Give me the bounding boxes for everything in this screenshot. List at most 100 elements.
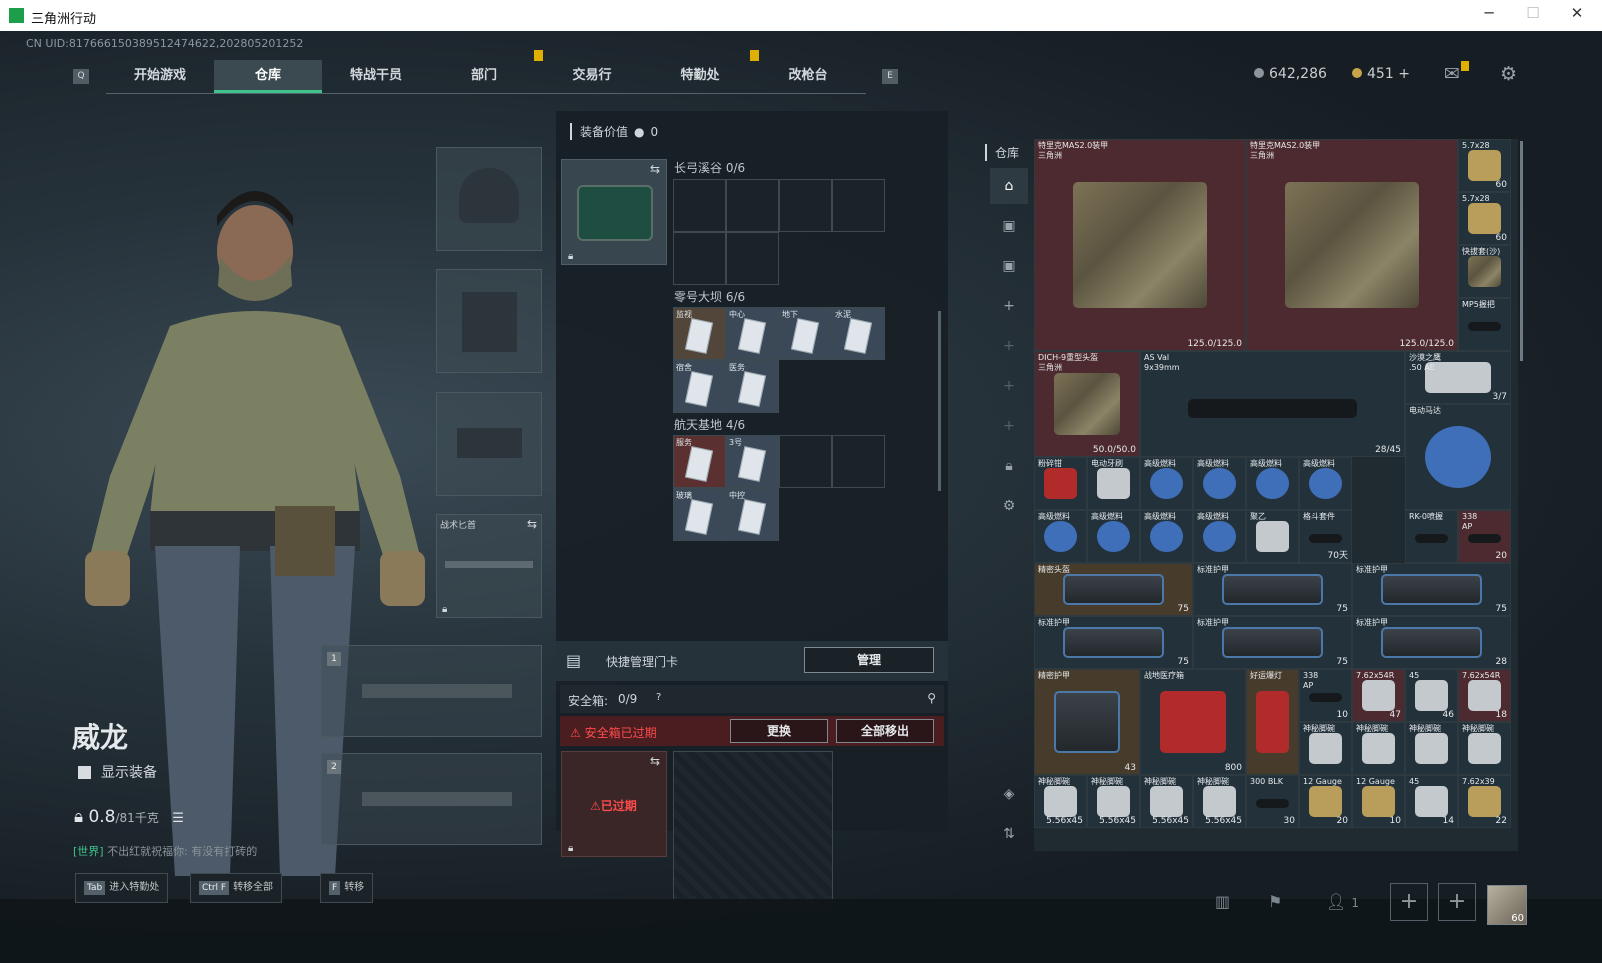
replace-button[interactable]: 更换 [730,719,828,743]
tab-department[interactable]: 部门 [430,50,543,93]
nav-prev-key[interactable]: Q [73,69,89,84]
stash-item[interactable]: 5.7x28 60 [1458,139,1511,192]
swap-icon[interactable]: ⇆ [527,517,537,531]
stash-item[interactable]: 战地医疗箱 800 [1140,669,1246,775]
add-page-icon[interactable]: + [990,408,1028,444]
world-chat[interactable]: [世界] 不出红就祝福你: 有没有打砖的 [73,843,257,859]
stash-item[interactable]: 神秘脚碗 5.56x45 [1087,775,1140,828]
keycard-slot[interactable] [726,232,779,285]
stash-item[interactable]: 精密头盔 75 [1034,563,1193,616]
stash-item[interactable]: 300 BLK 30 [1246,775,1299,828]
stash-item[interactable]: 45 14 [1405,775,1458,828]
show-equipment-checkbox[interactable] [78,766,91,779]
stash-item[interactable]: 好运爆灯 [1246,669,1299,775]
stash-item[interactable]: 标准护甲 75 [1352,563,1511,616]
keycard-slot[interactable] [832,435,885,488]
pistol-slot[interactable] [436,392,542,496]
stats-chart-icon[interactable]: ▥ [1215,892,1230,911]
player-avatar[interactable]: 60 [1487,885,1527,925]
stash-item[interactable]: 神秘脚碗 [1458,722,1511,775]
stash-item[interactable]: 神秘脚碗 5.56x45 [1140,775,1193,828]
invite-slot-button[interactable]: + [1390,883,1428,921]
stash-item[interactable]: 标准护甲 28 [1352,616,1511,669]
stash-page-icon[interactable]: ▣ [990,208,1028,244]
stash-item[interactable]: 精密护甲 43 [1034,669,1140,775]
keycard-item[interactable]: 地下 [779,307,832,360]
stash-item[interactable]: RK-0喷握 [1405,510,1458,563]
stash-item[interactable]: 338 AP 20 [1458,510,1511,563]
stash-item[interactable]: 神秘脚碗 5.56x45 [1193,775,1246,828]
keycard-item[interactable]: 中心 [726,307,779,360]
add-page-icon[interactable]: + [990,288,1028,324]
keycard-item[interactable]: 监视 [673,307,726,360]
add-gold-icon[interactable]: + [1398,66,1410,82]
secondary-weapon-slot[interactable]: 2 [321,753,542,845]
stash-item[interactable]: 高级燃料 [1140,510,1193,563]
keycard-case[interactable]: ⇆ 🔒︎ [561,159,667,265]
lock-icon[interactable]: 🔒︎ [990,448,1028,484]
list-icon[interactable]: ☰ [172,811,184,826]
stash-item[interactable]: 标准护甲 75 [1034,616,1193,669]
hint-transfer[interactable]: F 转移 [320,873,374,903]
minimize-button[interactable]: ─ [1474,4,1504,26]
armor-slot[interactable] [436,269,542,373]
layers-icon[interactable]: ◈ [990,776,1028,812]
tab-special-ops[interactable]: 特勤处 [646,50,759,93]
stash-item[interactable]: 神秘脚碗 [1299,722,1352,775]
stash-item[interactable]: 5.7x28 60 [1458,192,1511,245]
stash-item[interactable]: 高级燃料 [1034,510,1087,563]
stash-item[interactable]: 7.62x54R 47 [1352,669,1405,722]
stash-item[interactable]: DICH-9重型头盔 三角洲 50.0/50.0 [1034,351,1140,457]
safe-box-case[interactable]: ⚠已过期 ⇆ 🔒︎ [561,751,667,857]
primary-weapon-slot[interactable]: 1 [321,645,542,737]
stash-item[interactable]: 神秘脚碗 [1352,722,1405,775]
keycard-item[interactable]: 服务 [673,435,726,488]
hint-transfer-all[interactable]: Ctrl F 转移全部 [190,873,283,903]
loadout-scrollbar[interactable] [938,311,941,491]
keycard-slot[interactable] [832,179,885,232]
hint-enter-special-ops[interactable]: Tab 进入特勤处 [75,873,169,903]
keycard-item[interactable]: 中控 [726,488,779,541]
stash-item[interactable]: 特里克MAS2.0装甲 三角洲 125.0/125.0 [1246,139,1458,351]
settings-gear-icon[interactable]: ⚙ [1500,63,1517,85]
stash-item[interactable]: 高级燃料 [1193,457,1246,510]
stash-item[interactable]: 聚乙 [1246,510,1299,563]
keycard-slot[interactable] [779,179,832,232]
pin-icon[interactable]: ⚲ [927,691,936,705]
stash-item[interactable]: 高级燃料 [1246,457,1299,510]
stash-item[interactable]: 12 Gauge 10 [1352,775,1405,828]
stash-item[interactable]: AS Val 9x39mm 28/45 [1140,351,1405,457]
swap-icon[interactable]: ⇆ [650,162,660,176]
stash-item[interactable]: 高级燃料 [1193,510,1246,563]
invite-slot-button[interactable]: + [1438,883,1476,921]
stash-item[interactable]: 高级燃料 [1087,510,1140,563]
flag-icon[interactable]: ⚑ [1268,892,1282,911]
keycard-item[interactable]: 宿舍 [673,360,726,413]
stash-item[interactable]: 电动马达 [1405,404,1511,510]
manage-button[interactable]: 管理 [804,647,934,673]
stash-item[interactable]: 标准护甲 75 [1193,563,1352,616]
keycard-slot[interactable] [673,179,726,232]
stash-item[interactable]: 338 AP 10 [1299,669,1352,722]
swap-icon[interactable]: ⇆ [650,754,660,768]
stash-item[interactable]: 神秘脚碗 [1405,722,1458,775]
add-page-icon[interactable]: + [990,368,1028,404]
stash-item[interactable]: 沙漠之鹰 .50 AE 3/7 [1405,351,1511,404]
keycard-slot[interactable] [726,179,779,232]
tab-gunsmith[interactable]: 改枪台 [754,60,862,93]
keycard-item[interactable]: 3号 [726,435,779,488]
stash-scrollbar[interactable] [1520,141,1523,361]
stash-item[interactable]: 粉碎钳 [1034,457,1087,510]
show-equipment-toggle[interactable]: 显示装备 [78,762,157,782]
keycard-item[interactable]: 水泥 [832,307,885,360]
tab-trade[interactable]: 交易行 [538,60,646,93]
keycard-item[interactable]: 玻璃 [673,488,726,541]
keycard-slot[interactable] [779,435,832,488]
stash-item[interactable]: 高级燃料 [1140,457,1193,510]
maximize-button[interactable]: ☐ [1518,4,1548,26]
stash-item[interactable]: 快拔套(沙) [1458,245,1511,298]
stash-item[interactable]: 格斗套件 70天 [1299,510,1352,563]
stash-item[interactable]: 标准护甲 75 [1193,616,1352,669]
stash-item[interactable]: 特里克MAS2.0装甲 三角洲 125.0/125.0 [1034,139,1246,351]
keycard-slot[interactable] [673,232,726,285]
